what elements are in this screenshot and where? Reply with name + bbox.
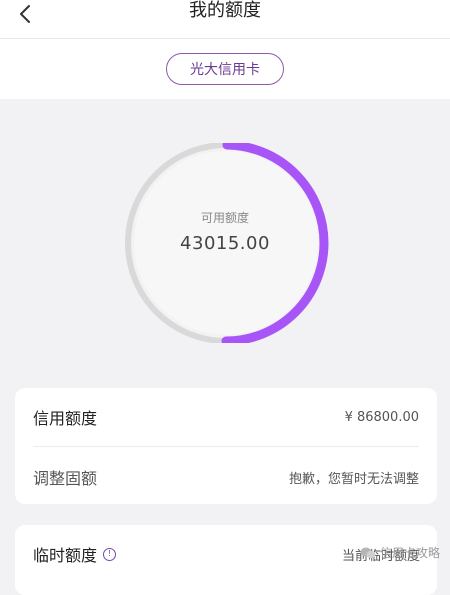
row-divider <box>33 446 419 447</box>
adjust-limit-label: 调整固额 <box>33 469 98 488</box>
adjust-limit-value: 抱歉，您暂时无法调整 <box>288 471 419 487</box>
temporary-limit-label: 临时额度 <box>33 546 98 565</box>
card-selector-area: 光大信用卡 <box>0 39 450 99</box>
watermark: 信用卡攻略 <box>360 544 440 561</box>
credit-limit-label: 信用额度 <box>33 409 98 428</box>
page-title: 我的额度 <box>189 0 261 21</box>
watermark-text: 信用卡攻略 <box>380 546 441 560</box>
available-credit-label: 可用额度 <box>200 211 249 225</box>
credit-limit-row[interactable]: 信用额度 ¥ 86800.00 <box>33 388 419 446</box>
card-selector-button[interactable]: 光大信用卡 <box>166 53 284 85</box>
gauge-center: 可用额度 43015.00 <box>135 210 315 255</box>
wechat-logo-icon <box>360 547 376 558</box>
available-credit-value: 43015.00 <box>180 233 270 254</box>
adjust-limit-row[interactable]: 调整固额 抱歉，您暂时无法调整 <box>33 448 419 506</box>
credit-limit-value: ¥ 86800.00 <box>344 409 419 425</box>
info-circle-icon[interactable]: ! <box>103 547 117 561</box>
top-bar: 我的额度 <box>0 0 450 38</box>
credit-limit-panel: 信用额度 ¥ 86800.00 调整固额 抱歉，您暂时无法调整 <box>15 388 437 504</box>
